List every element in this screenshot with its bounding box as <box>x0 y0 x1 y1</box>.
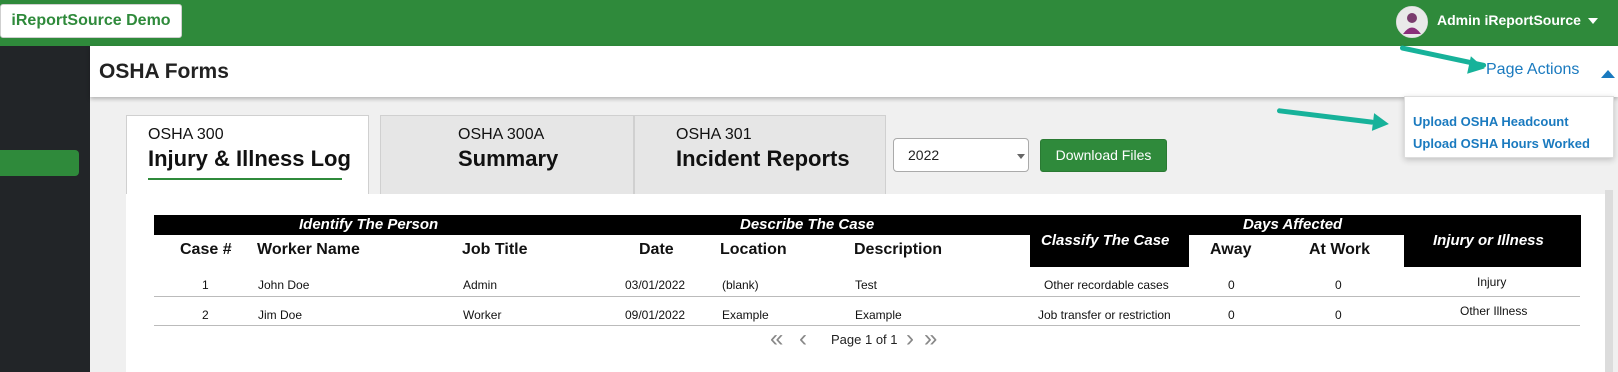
page-header <box>90 46 1618 97</box>
cell-injury: Other Illness <box>1460 304 1528 318</box>
column-header-description[interactable]: Description <box>854 241 942 259</box>
cell-location: Example <box>722 308 769 322</box>
chevron-left-icon[interactable]: ‹ <box>799 325 807 353</box>
chevron-right-icon[interactable]: › <box>906 325 914 353</box>
tab-osha-300a[interactable]: OSHA 300A Summary <box>380 115 634 195</box>
tab-title: Injury & Illness Log <box>148 146 351 171</box>
caret-up-icon[interactable] <box>1601 70 1615 78</box>
double-chevron-right-icon[interactable]: » <box>924 325 937 353</box>
row-divider <box>154 325 1580 326</box>
cell-date: 09/01/2022 <box>625 308 686 322</box>
scrollbar[interactable] <box>1605 190 1613 372</box>
column-header-date[interactable]: Date <box>639 241 674 259</box>
download-files-button[interactable]: Download Files <box>1040 139 1167 172</box>
cell-case: 2 <box>202 308 209 322</box>
tab-code: OSHA 301 <box>676 126 752 143</box>
cell-case: 1 <box>202 278 209 292</box>
group-classify-header: Classify The Case <box>1041 232 1170 249</box>
top-navigation-bar <box>0 0 1618 46</box>
brand-logo-button[interactable]: iReportSource Demo <box>0 4 182 38</box>
tab-code: OSHA 300A <box>458 126 545 143</box>
group-injury-header: Injury or Illness <box>1433 232 1544 249</box>
year-select[interactable]: 2022 <box>893 138 1029 172</box>
active-tab-underline <box>148 178 342 180</box>
cell-classify: Other recordable cases <box>1044 278 1169 292</box>
page-title: OSHA Forms <box>99 60 229 83</box>
cell-description: Example <box>855 308 902 322</box>
menu-item-upload-headcount[interactable]: Upload OSHA Headcount <box>1413 114 1569 129</box>
double-chevron-left-icon[interactable]: « <box>770 325 783 353</box>
group-days-header: Days Affected <box>1243 216 1343 233</box>
tab-osha-300[interactable]: OSHA 300 Injury & Illness Log <box>126 115 369 195</box>
cell-description: Test <box>855 278 878 292</box>
user-menu-label[interactable]: Admin iReportSource <box>1437 12 1581 28</box>
caret-down-icon[interactable] <box>1588 18 1598 24</box>
group-identify-header: Identify The Person <box>299 216 439 233</box>
tab-osha-301[interactable]: OSHA 301 Incident Reports <box>634 115 886 195</box>
tab-title: Summary <box>458 146 559 171</box>
chevron-down-icon[interactable] <box>1017 154 1025 159</box>
page-actions-toggle[interactable]: Page Actions <box>1486 61 1579 79</box>
column-header-worker[interactable]: Worker Name <box>257 241 360 259</box>
tab-title: Incident Reports <box>676 146 850 171</box>
column-header-location[interactable]: Location <box>720 241 787 259</box>
cell-classify: Job transfer or restriction <box>1038 308 1171 322</box>
cell-at-work: 0 <box>1335 308 1342 322</box>
cell-worker: Jim Doe <box>258 308 303 322</box>
column-header-at-work[interactable]: At Work <box>1309 241 1370 259</box>
page-actions-menu: Upload OSHA Headcount Upload OSHA Hours … <box>1404 96 1614 158</box>
avatar-image <box>1397 7 1427 37</box>
menu-item-upload-hours[interactable]: Upload OSHA Hours Worked <box>1413 136 1590 151</box>
group-describe-header: Describe The Case <box>740 216 875 233</box>
tab-code: OSHA 300 <box>148 126 224 143</box>
annotation-arrow-head <box>1371 113 1390 133</box>
cell-date: 03/01/2022 <box>625 278 686 292</box>
column-header-job[interactable]: Job Title <box>462 241 528 259</box>
cell-job: Worker <box>463 308 502 322</box>
column-header-case[interactable]: Case # <box>180 241 232 259</box>
column-header-away[interactable]: Away <box>1210 241 1252 259</box>
cell-away: 0 <box>1228 278 1235 292</box>
pagination-info: Page 1 of 1 <box>831 332 898 347</box>
sidebar <box>0 46 90 372</box>
user-avatar[interactable] <box>1396 6 1428 38</box>
cell-worker: John Doe <box>258 278 310 292</box>
cell-job: Admin <box>463 278 498 292</box>
cell-at-work: 0 <box>1335 278 1342 292</box>
cell-away: 0 <box>1228 308 1235 322</box>
cell-location: (blank) <box>722 278 759 292</box>
cell-injury: Injury <box>1477 275 1507 289</box>
row-divider <box>154 296 1580 297</box>
sidebar-item-active[interactable] <box>0 150 79 176</box>
